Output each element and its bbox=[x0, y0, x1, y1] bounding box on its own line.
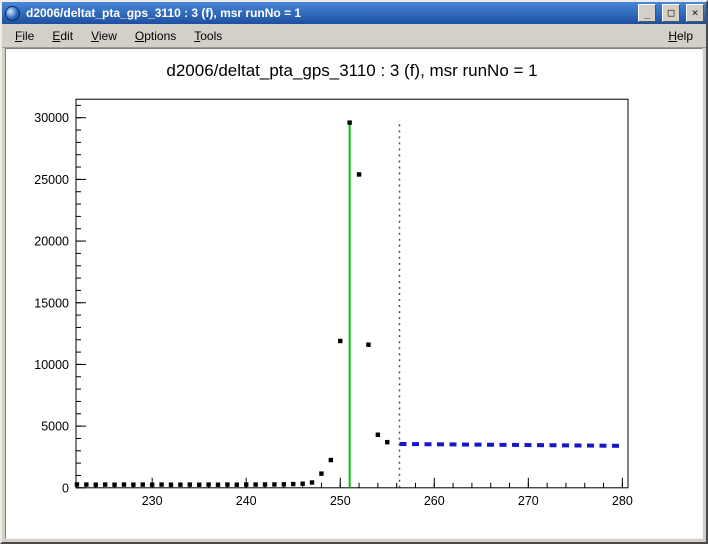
menu-view[interactable]: View bbox=[82, 26, 126, 46]
y-tick-label: 0 bbox=[62, 481, 69, 495]
histogram-data-point bbox=[141, 482, 145, 486]
maximize-button[interactable]: □ bbox=[662, 4, 680, 22]
x-tick-label: 250 bbox=[330, 494, 351, 508]
y-tick-label: 20000 bbox=[34, 235, 69, 249]
histogram-data-point bbox=[300, 482, 304, 486]
histogram-data-point bbox=[376, 433, 380, 437]
histogram-data-point bbox=[338, 339, 342, 343]
root-canvas[interactable]: d2006/deltat_pta_gps_3110 : 3 (f), msr r… bbox=[5, 48, 703, 539]
x-tick-label: 280 bbox=[612, 494, 633, 508]
histogram-data-point bbox=[188, 482, 192, 486]
histogram-data-point bbox=[216, 483, 220, 487]
plot-frame bbox=[76, 99, 628, 488]
histogram-data-point bbox=[244, 482, 248, 486]
histogram-data-point bbox=[169, 483, 173, 487]
histogram-data-point bbox=[291, 482, 295, 486]
histogram-data-point bbox=[131, 483, 135, 487]
histogram-data-point bbox=[122, 482, 126, 486]
histogram-data-point bbox=[310, 480, 314, 484]
plot-title: d2006/deltat_pta_gps_3110 : 3 (f), msr r… bbox=[166, 61, 537, 80]
histogram-data-point bbox=[235, 483, 239, 487]
histogram-data-point bbox=[84, 482, 88, 486]
histogram-data-point bbox=[272, 482, 276, 486]
chart-svg: d2006/deltat_pta_gps_3110 : 3 (f), msr r… bbox=[6, 49, 702, 538]
menubar: FileEditViewOptionsTools Help bbox=[2, 24, 706, 48]
histogram-data-point bbox=[103, 482, 107, 486]
close-button[interactable]: × bbox=[686, 4, 704, 22]
histogram-data-point bbox=[178, 483, 182, 487]
app-icon[interactable] bbox=[5, 6, 20, 21]
titlebar[interactable]: d2006/deltat_pta_gps_3110 : 3 (f), msr r… bbox=[2, 2, 706, 24]
minimize-button[interactable]: _ bbox=[638, 4, 656, 22]
histogram-data-point bbox=[282, 482, 286, 486]
window-title: d2006/deltat_pta_gps_3110 : 3 (f), msr r… bbox=[24, 6, 632, 20]
histogram-data-point bbox=[75, 482, 79, 486]
histogram-data-point bbox=[329, 458, 333, 462]
histogram-data-point bbox=[366, 342, 370, 346]
x-tick-label: 240 bbox=[236, 494, 257, 508]
menu-tools[interactable]: Tools bbox=[185, 26, 231, 46]
histogram-data-point bbox=[225, 482, 229, 486]
histogram-data-point bbox=[112, 483, 116, 487]
root-canvas-window: d2006/deltat_pta_gps_3110 : 3 (f), msr r… bbox=[0, 0, 708, 544]
histogram-data-point bbox=[263, 482, 267, 486]
x-tick-label: 230 bbox=[142, 494, 163, 508]
histogram-data-point bbox=[197, 483, 201, 487]
menubar-right: Help bbox=[659, 26, 702, 46]
histogram-data-point bbox=[357, 172, 361, 176]
histogram-data-point bbox=[206, 482, 210, 486]
histogram-data-point bbox=[385, 440, 389, 444]
menu-edit[interactable]: Edit bbox=[43, 26, 82, 46]
y-tick-label: 30000 bbox=[34, 111, 69, 125]
histogram-data-point bbox=[159, 482, 163, 486]
histogram-data-point bbox=[150, 483, 154, 487]
histogram-data-point bbox=[253, 482, 257, 486]
histogram-data-point bbox=[94, 483, 98, 487]
menu-help[interactable]: Help bbox=[659, 26, 702, 46]
menubar-left: FileEditViewOptionsTools bbox=[6, 26, 231, 46]
y-tick-label: 10000 bbox=[34, 358, 69, 372]
menu-file[interactable]: File bbox=[6, 26, 43, 46]
histogram-data-point bbox=[347, 120, 351, 124]
y-tick-label: 25000 bbox=[34, 173, 69, 187]
background-level-fit bbox=[399, 444, 624, 446]
histogram-data-point bbox=[319, 471, 323, 475]
x-tick-label: 270 bbox=[518, 494, 539, 508]
y-tick-label: 5000 bbox=[41, 420, 69, 434]
y-tick-label: 15000 bbox=[34, 296, 69, 310]
x-tick-label: 260 bbox=[424, 494, 445, 508]
menu-options[interactable]: Options bbox=[126, 26, 185, 46]
